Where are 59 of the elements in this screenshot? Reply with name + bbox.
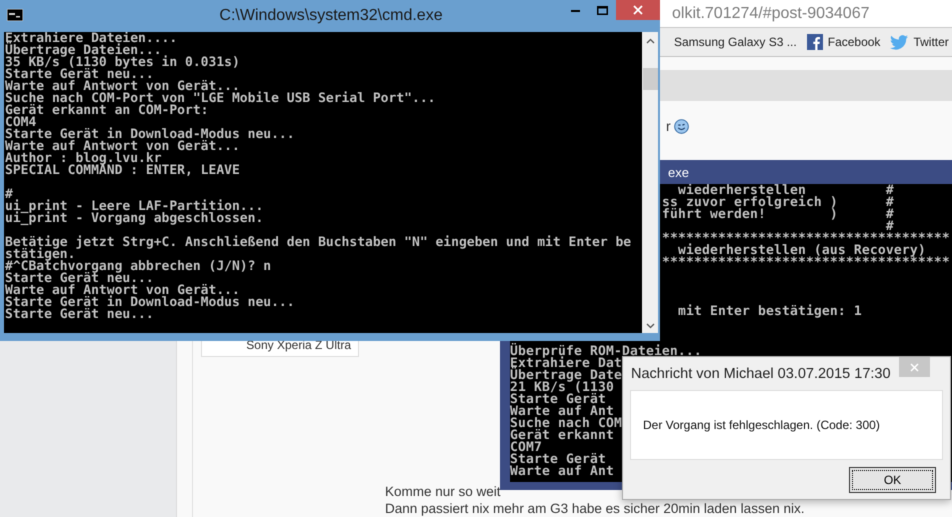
console-line: Gerät erkannt (510, 430, 614, 442)
console-line: Warte auf Antwort von Gerät... (5, 81, 240, 93)
close-button[interactable] (616, 0, 660, 20)
console-line: COM7 (510, 442, 542, 454)
console-line: ************************************ (662, 257, 951, 269)
console-line: Starte Gerät (510, 454, 606, 466)
facebook-icon (806, 34, 823, 50)
console-line: Warte auf Ant (510, 406, 614, 418)
console-line: Suche nach COM (510, 418, 622, 430)
bookmark-link[interactable]: Samsung Galaxy S3 ... (674, 35, 797, 49)
bird-icon (890, 34, 908, 50)
console-line: Warte auf Ant (510, 466, 614, 478)
window-title: exe (668, 164, 689, 180)
minimize-icon (571, 8, 580, 12)
bookmark-link[interactable]: Twitter (890, 34, 949, 50)
post-text: r (666, 118, 671, 134)
scrollbar[interactable] (642, 32, 658, 333)
console-line: Starte Gerät in Download-Modus neu... (5, 129, 296, 141)
console-line: Starte Gerät (510, 394, 606, 406)
console-line: wiederherstellen (aus Recovery) (678, 245, 926, 257)
console-line: führt werden! ) # (662, 209, 895, 221)
console-line: # (886, 221, 894, 233)
close-icon (910, 362, 919, 372)
console-line: Gerät erkannt an COM-Port: (5, 105, 210, 117)
console-line: stätigen. (5, 249, 76, 261)
close-icon (633, 5, 643, 15)
console-line: #^CBatchvorgang abbrechen (J/N)? n (5, 261, 272, 273)
post-text: Dann passiert nix mehr am G3 habe es sicher 20min laden lassen nix. (385, 500, 804, 517)
ok-button[interactable]: OK (849, 466, 936, 492)
address-bar[interactable]: olkit.701274/#post-9034067 (660, 0, 952, 28)
console-line: mit Enter bestätigen: 1 (676, 306, 863, 318)
scroll-down-icon[interactable] (646, 323, 654, 329)
console-line: 35 KB/s (1130 bytes in 0.031s) (5, 57, 241, 69)
console-line: Starte Gerät neu... (5, 309, 155, 321)
scroll-up-icon[interactable] (646, 38, 654, 44)
console-line: Starte Gerät neu... (5, 69, 155, 81)
console-line: SPECIAL COMMAND : ENTER, LEAVE (5, 165, 241, 177)
console-line: Suche nach COM-Port von "LGE Mobile USB Serial Port"... (5, 93, 436, 105)
post-text: Komme nur so weit (385, 483, 502, 500)
dialog-title: Nachricht von Michael 03.07.2015 17:30 (631, 366, 891, 382)
dialog-message: Der Vorgang ist fehlgeschlagen. (Code: 300) (643, 418, 880, 432)
console-line: ui_print - Leere LAF-Partition... (5, 201, 264, 213)
console-line: Betätige jetzt Strg+C. Anschließend den Buchstaben "N" eingeben und mit Enter be (5, 237, 632, 249)
console-line: Author : blog.lvu.kr (5, 153, 162, 165)
console-line: ui_print - Vorgang abgeschlossen. (5, 213, 264, 225)
smiley-icon (674, 118, 689, 134)
console-line: COM4 (5, 117, 36, 129)
device-caption: Sony Xperia Z Ultra (246, 338, 351, 352)
bookmark-link[interactable]: Facebook (806, 34, 880, 50)
console-line: Starte Gerät in Download-Modus neu... (5, 297, 296, 309)
console-icon (7, 9, 23, 21)
maximize-icon (597, 6, 608, 14)
console-line: Starte Gerät neu... (5, 273, 155, 285)
console-line: ss zuvor erfolgreich ) # (662, 197, 895, 209)
console-line: # (5, 189, 13, 201)
console-line: Warte auf Antwort von Gerät... (5, 141, 241, 153)
scrollbar-thumb[interactable] (642, 68, 658, 90)
console-line: 21 KB/s (1130 (510, 382, 614, 394)
window-title: C:\Windows\system32\cmd.exe (219, 7, 443, 25)
